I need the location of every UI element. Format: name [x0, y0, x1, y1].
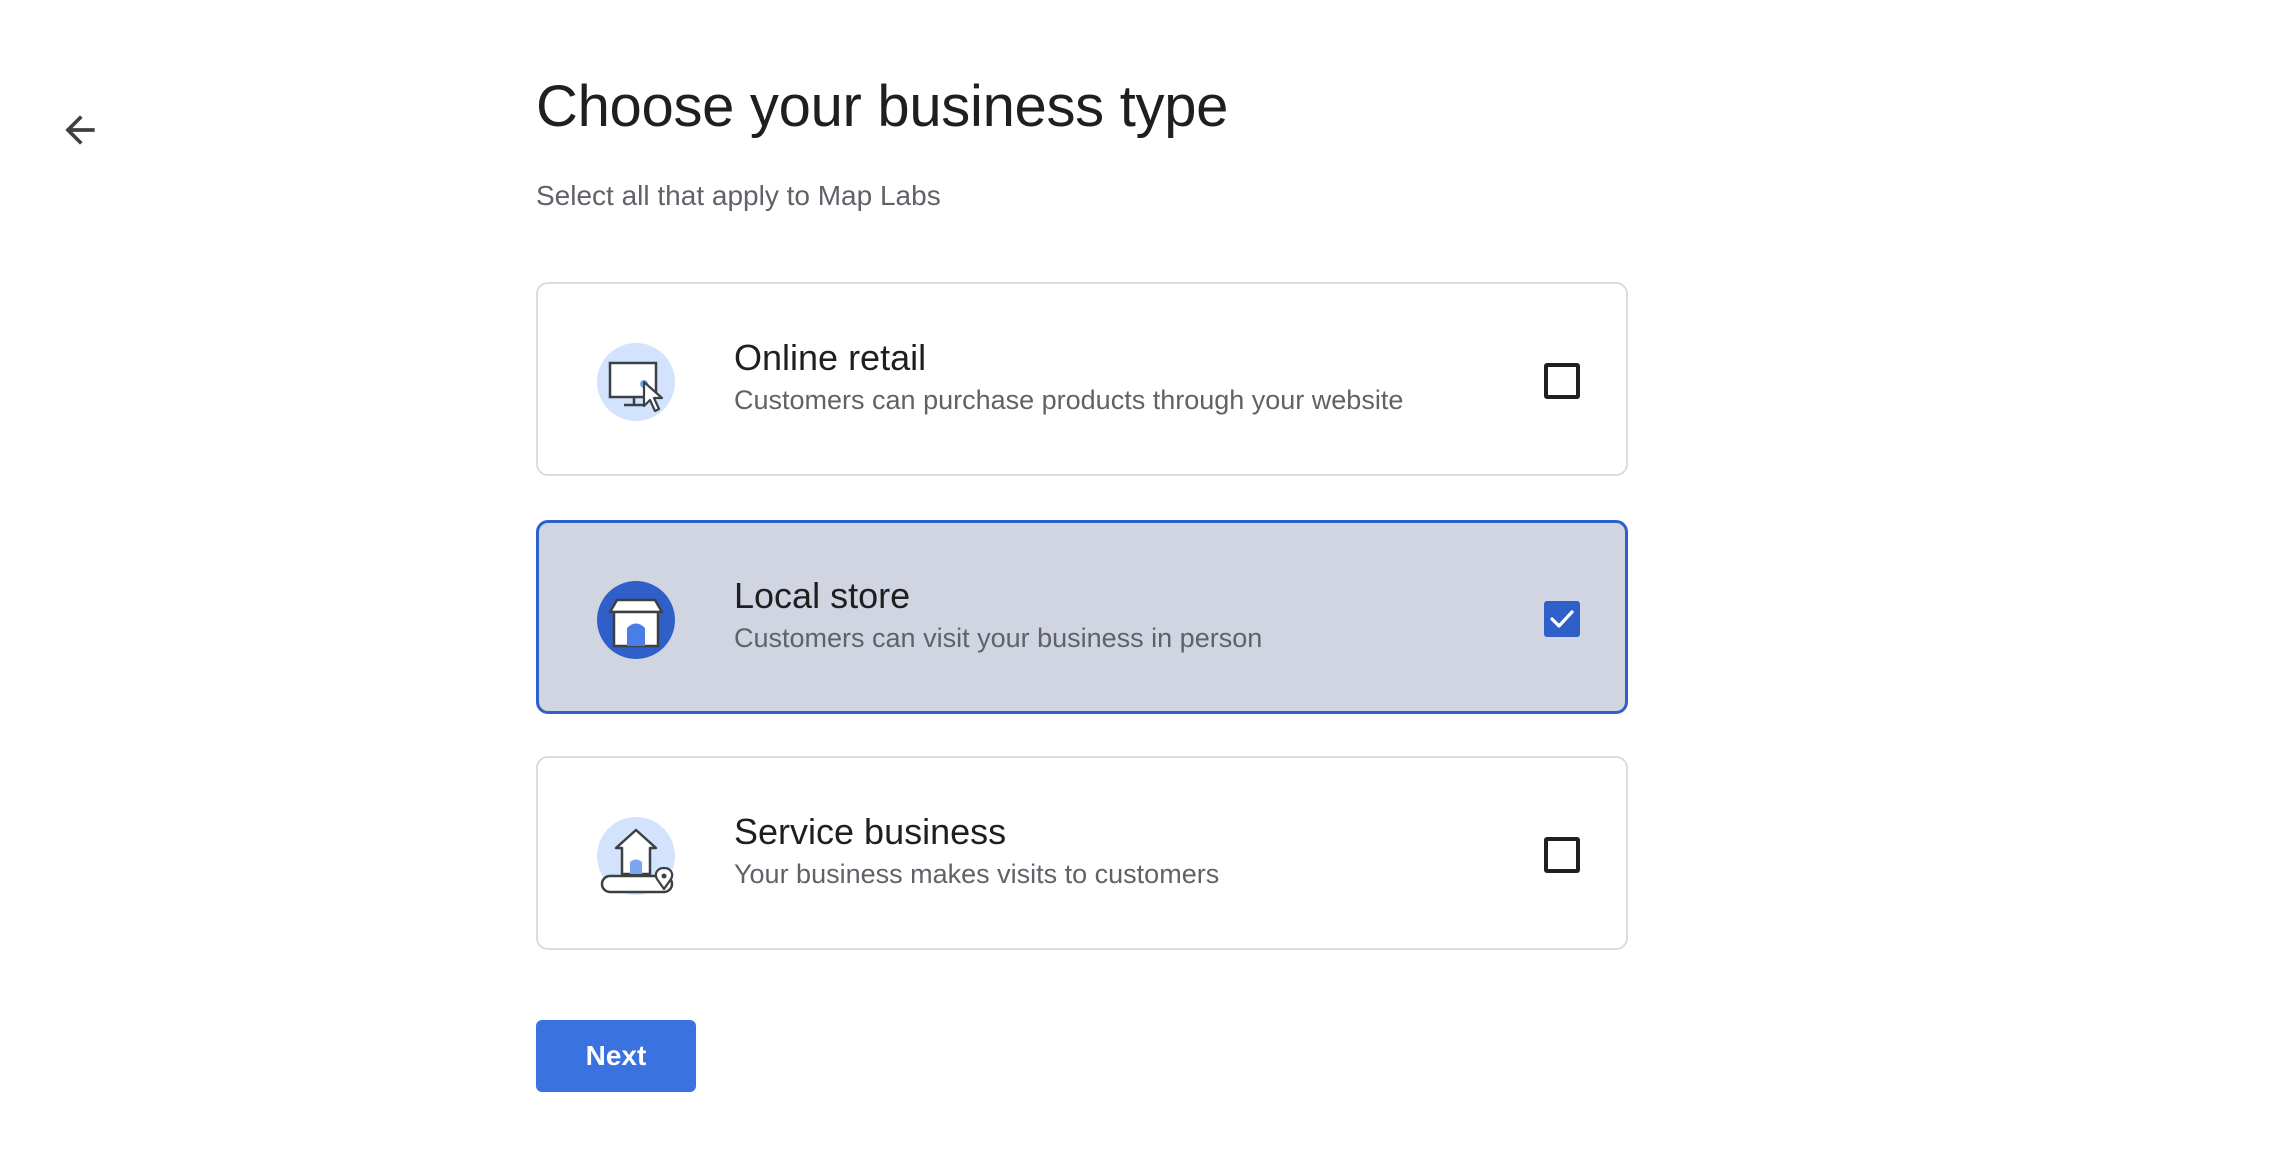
next-button[interactable]: Next — [536, 1020, 696, 1092]
option-title: Local store — [734, 575, 911, 616]
option-text: Local store Customers can visit your bus… — [734, 574, 1262, 656]
option-description: Customers can purchase products through … — [734, 385, 1404, 415]
service-business-checkbox[interactable] — [1544, 837, 1580, 873]
option-card-local-store[interactable]: Local store Customers can visit your bus… — [536, 520, 1628, 714]
option-text: Online retail Customers can purchase pro… — [734, 336, 1403, 418]
option-description: Your business makes visits to customers — [734, 859, 1220, 889]
option-title: Online retail — [734, 337, 927, 378]
local-store-checkbox[interactable] — [1544, 601, 1580, 637]
option-text: Service business Your business makes vis… — [734, 810, 1219, 892]
page-subtitle: Select all that apply to Map Labs — [536, 180, 941, 211]
checkmark-icon — [1550, 610, 1574, 628]
house-location-icon — [597, 817, 675, 895]
monitor-cursor-icon — [597, 343, 675, 421]
storefront-icon — [597, 581, 675, 659]
back-button[interactable] — [44, 94, 116, 166]
option-description: Customers can visit your business in per… — [734, 623, 1263, 653]
page-title: Choose your business type — [536, 74, 1229, 139]
online-retail-checkbox[interactable] — [1544, 363, 1580, 399]
arrow-left-icon — [65, 115, 95, 145]
option-card-service-business[interactable]: Service business Your business makes vis… — [536, 756, 1628, 950]
option-title: Service business — [734, 811, 1007, 852]
option-card-online-retail[interactable]: Online retail Customers can purchase pro… — [536, 282, 1628, 476]
